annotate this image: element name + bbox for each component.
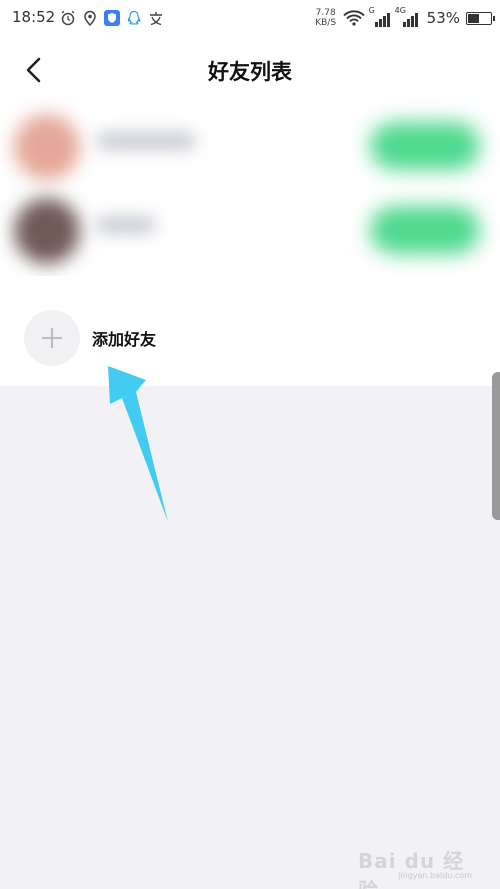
page-title: 好友列表: [208, 59, 292, 84]
friend-row[interactable]: [0, 106, 500, 186]
network-speed: 7.78 KB/S: [313, 8, 339, 28]
status-time: 18:52: [12, 8, 56, 26]
signal-1: G: [369, 6, 391, 28]
battery-fill: [468, 13, 480, 23]
plus-icon: [42, 328, 62, 348]
status-icons-right: 7.78 KB/S G 4G 53%: [313, 5, 495, 31]
friend-list: [0, 106, 500, 276]
friend-action-button[interactable]: [370, 122, 480, 170]
add-friend-icon-circle: [24, 310, 80, 366]
annotation-arrow-shape: [108, 366, 168, 522]
add-friend-item[interactable]: 添加好友: [0, 276, 500, 386]
page-header: 好友列表: [0, 36, 500, 106]
qq-icon: [127, 10, 141, 25]
edge-scroll-handle[interactable]: [492, 372, 500, 520]
battery-icon: [466, 11, 495, 25]
friend-row[interactable]: [0, 190, 500, 270]
baidu-watermark: Bai du 经验 jingyan.baidu.com: [358, 845, 478, 889]
status-icons-left: [60, 8, 164, 28]
friend-name-redacted: [96, 216, 156, 234]
shield-app-icon: [104, 10, 120, 26]
watermark-brand: Bai du 经验: [358, 849, 465, 889]
battery-percent: 53%: [426, 9, 460, 27]
friend-name-redacted: [96, 132, 196, 150]
location-icon: [84, 10, 96, 26]
status-bar: 18:52 7.78 KB/S G 4G 53%: [0, 0, 500, 36]
signal-bars-icon: [374, 13, 390, 27]
network-speed-unit: KB/S: [315, 18, 337, 28]
network-speed-value: 7.78: [315, 8, 336, 18]
signal-2: 4G: [395, 6, 419, 28]
watermark-url: jingyan.baidu.com: [398, 871, 472, 880]
alarm-icon: [61, 10, 75, 26]
wifi-icon: [343, 10, 365, 26]
friend-action-button[interactable]: [370, 206, 480, 254]
avatar: [14, 198, 80, 264]
add-friend-label: 添加好友: [92, 330, 157, 349]
signal-bars-icon: [402, 13, 418, 27]
avatar: [14, 114, 80, 180]
wenku-icon: [150, 12, 162, 26]
